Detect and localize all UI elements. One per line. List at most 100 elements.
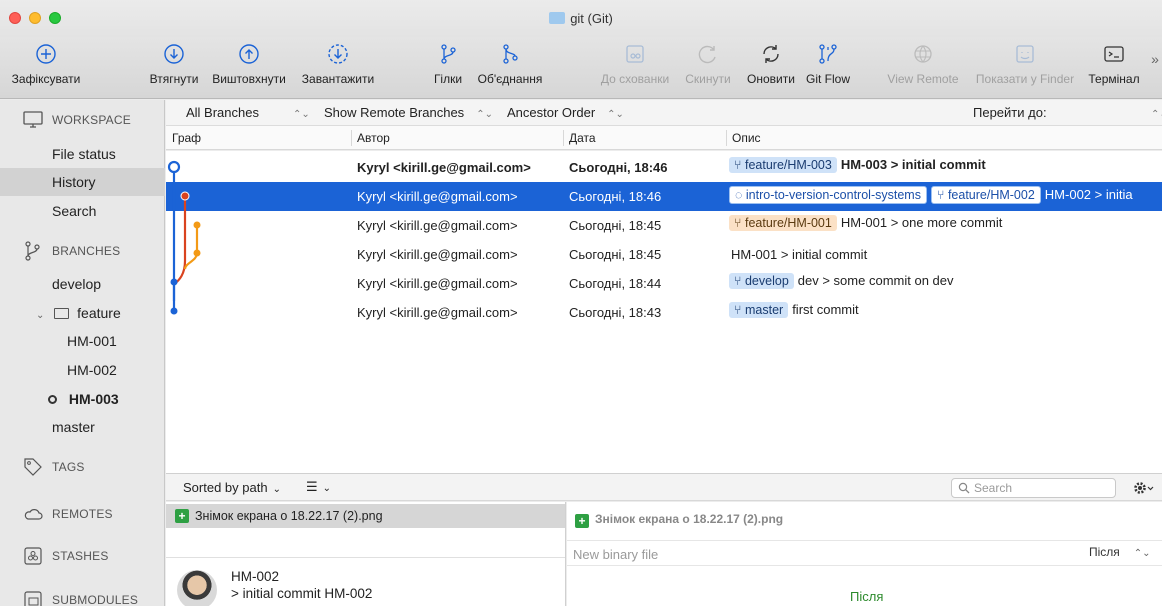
globe-icon [912,43,934,65]
branch-label[interactable]: ⑂ feature/HM-002 [930,186,1041,204]
arrow-down-circle-icon [163,43,185,65]
commit-author: Kyryl <kirill.ge@gmail.com> [357,189,518,204]
commit-author: Kyryl <kirill.ge@gmail.com> [357,218,518,233]
stash-icon [624,43,646,65]
discard-button[interactable]: Скинути [680,43,736,86]
file-search-input[interactable]: Search [951,478,1116,498]
branch-button[interactable]: Гілки [426,43,470,86]
fetch-icon [327,43,349,65]
merge-button[interactable]: Об'єднання [472,43,548,86]
commit-node-head [167,160,181,174]
refresh-button[interactable]: Оновити [740,43,802,86]
pull-button[interactable]: Втягнути [146,43,202,86]
file-list-toolbar: Sorted by path ⌄ ☰ ⌄ Search [166,473,1162,501]
stash-icon [22,545,44,567]
branch-label[interactable]: ⑂ feature/HM-003 [729,157,837,173]
commit-description: HM-001 > initial commit [731,247,868,262]
column-header-description[interactable]: Опис [732,131,761,147]
updown-chevron-icon: ⌃⌄ [1151,109,1162,120]
sidebar-group-remotes[interactable]: REMOTES [0,496,165,532]
goto-select[interactable]: ⌃⌄ [1151,105,1162,120]
order-select[interactable]: Ancestor Order ⌃⌄ [507,105,624,120]
monitor-icon [22,109,44,131]
diff-mode-select[interactable]: Після ⌃⌄ [1089,545,1151,559]
branch-icon: ⑂ [734,274,745,288]
folder-icon [549,12,566,24]
sidebar-group-branches[interactable]: BRANCHES [0,233,165,269]
branch-label[interactable]: ⑂ master [729,302,789,318]
avatar [177,570,217,606]
gitflow-button[interactable]: Git Flow [804,43,852,86]
refresh-icon [760,43,782,65]
title-bar: git (Git) [0,0,1162,37]
branch-filter-select[interactable]: All Branches ⌃⌄ [186,105,310,120]
push-button[interactable]: Виштовхнути [206,43,292,86]
terminal-button[interactable]: Термінал [1085,43,1143,86]
branch-label[interactable]: ⑂ develop [729,273,794,289]
column-divider[interactable] [351,130,352,146]
file-list-item[interactable]: + Знімок екрана о 18.22.17 (2).png [166,504,565,528]
sidebar-item-hm-003[interactable]: HM-003 [0,385,165,413]
show-in-finder-button[interactable]: Показати у Finder [967,43,1083,86]
commit-author: Kyryl <kirill.ge@gmail.com> [357,305,518,320]
added-file-icon: + [575,514,589,528]
tag-label[interactable]: ◌ intro-to-version-control-systems [729,186,927,204]
commit-date: Сьогодні, 18:46 [569,189,662,204]
branch-label[interactable]: ⑂ feature/HM-001 [729,215,837,231]
commit-description: ⑂ develop dev > some commit on dev [729,273,954,289]
commit-row-selected[interactable]: Kyryl <kirill.ge@gmail.com> Сьогодні, 18… [166,182,1162,211]
sidebar-item-history[interactable]: History [0,168,165,196]
branch-icon: ⑂ [734,216,745,230]
diff-subheader: New binary file Після ⌃⌄ [567,540,1162,566]
column-header-author[interactable]: Автор [357,131,390,147]
commit-list: Kyryl <kirill.ge@gmail.com> Сьогодні, 18… [166,151,1162,473]
commit-row[interactable]: Kyryl <kirill.ge@gmail.com> Сьогодні, 18… [166,269,1162,298]
column-header-date[interactable]: Дата [569,131,596,147]
commit-button[interactable]: Зафіксувати [6,43,86,86]
graph-line-red [172,195,187,286]
remote-branches-select[interactable]: Show Remote Branches ⌃⌄ [324,105,493,120]
sidebar-item-hm-002[interactable]: HM-002 [0,356,165,384]
sidebar-group-stashes[interactable]: STASHES [0,538,165,574]
arrow-up-circle-icon [238,43,260,65]
terminal-icon [1103,43,1125,65]
sidebar-item-search[interactable]: Search [0,197,165,225]
column-divider[interactable] [726,130,727,146]
sidebar-group-submodules[interactable]: SUBMODULES [0,582,165,606]
toolbar-overflow-button[interactable]: » [1148,51,1162,67]
chevron-down-icon[interactable]: ⌄ [36,310,44,321]
commit-node [193,249,201,257]
commit-row[interactable]: Kyryl <kirill.ge@gmail.com> Сьогодні, 18… [166,298,1162,327]
commit-row[interactable]: Kyryl <kirill.ge@gmail.com> Сьогодні, 18… [166,240,1162,269]
stash-button[interactable]: До схованки [597,43,673,86]
column-divider[interactable] [563,130,564,146]
sidebar-item-file-status[interactable]: File status [0,140,165,168]
branch-icon [22,240,44,262]
commit-description: ◌ intro-to-version-control-systems ⑂ feat… [729,186,1133,204]
graph-line-orange [183,225,199,270]
sidebar-item-feature-folder[interactable]: ⌄ feature [0,299,165,327]
commit-info: HM-002 > initial commit HM-002 [166,557,565,606]
current-branch-icon [48,395,57,404]
cloud-icon [22,503,44,525]
commit-author: Kyryl <kirill.ge@gmail.com> [357,276,518,291]
sidebar-item-master[interactable]: master [0,413,165,441]
sidebar-item-hm-001[interactable]: HM-001 [0,327,165,355]
diff-after-label: Після [850,589,884,604]
column-header-graph[interactable]: Граф [172,131,201,147]
sidebar-group-workspace[interactable]: WORKSPACE [0,102,165,138]
search-icon [958,482,970,494]
sort-select[interactable]: Sorted by path ⌄ [183,480,281,495]
view-remote-button[interactable]: View Remote [883,43,963,86]
commit-row[interactable]: Kyryl <kirill.ge@gmail.com> Сьогодні, 18… [166,153,1162,182]
fetch-button[interactable]: Завантажити [296,43,380,86]
sidebar-group-tags[interactable]: TAGS [0,449,165,485]
diff-panel: + Знімок екрана о 18.22.17 (2).png New bi… [567,502,1162,606]
sidebar: WORKSPACE File status History Search BRA… [0,100,165,606]
commit-row[interactable]: Kyryl <kirill.ge@gmail.com> Сьогодні, 18… [166,211,1162,240]
sidebar-item-develop[interactable]: develop [0,270,165,298]
commit-node [193,221,201,229]
commit-node [170,278,178,286]
list-view-button[interactable]: ☰ ⌄ [306,479,331,495]
settings-menu-button[interactable] [1131,478,1155,498]
